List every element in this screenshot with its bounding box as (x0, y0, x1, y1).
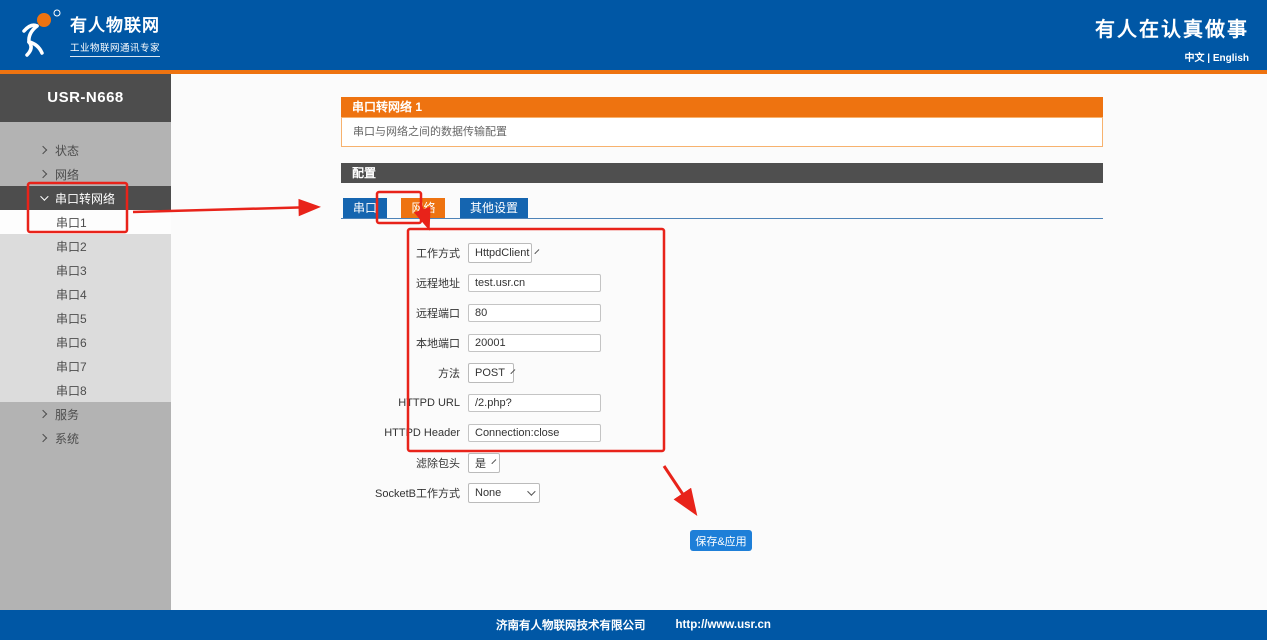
form-row-httpd-header: HTTPD Header (341, 424, 1103, 442)
lang-separator: | (1205, 53, 1213, 64)
header-slogan: 有人在认真做事 (1095, 13, 1249, 42)
device-model-title: USR-N668 (0, 74, 171, 122)
brand-logo: 有人物联网 工业物联网通讯专家 (14, 9, 160, 59)
sidebar-item-label: 串口8 (56, 382, 87, 399)
sidebar-item-serial2[interactable]: 串口2 (0, 234, 171, 258)
footer-url-link[interactable]: http://www.usr.cn (676, 619, 771, 631)
form-row-remote-port: 远程端口 (341, 304, 1103, 322)
sidebar-item-label: 状态 (55, 142, 79, 159)
sidebar-item-services[interactable]: 服务 (0, 402, 171, 426)
sidebar-item-serial1[interactable]: 串口1 (0, 210, 171, 234)
language-switch: 中文 | English (1095, 49, 1249, 64)
sidebar-item-label: 串口4 (56, 286, 87, 303)
top-header: 有人物联网 工业物联网通讯专家 有人在认真做事 中文 | English (0, 0, 1267, 70)
tab-serial[interactable]: 串口 (343, 198, 387, 218)
sidebar-item-label: 串口5 (56, 310, 87, 327)
sidebar-item-serial5[interactable]: 串口5 (0, 306, 171, 330)
socketb-mode-select[interactable]: None (468, 483, 540, 503)
form-row-socketb-mode: SocketB工作方式 None (341, 484, 1103, 502)
save-apply-button[interactable]: 保存&应用 (690, 530, 752, 551)
sidebar-item-label: 系统 (55, 430, 79, 447)
httpd-header-input[interactable] (468, 424, 601, 442)
brand-title: 有人物联网 (70, 11, 160, 36)
select-chevron-icon (491, 459, 496, 464)
sidebar-item-status[interactable]: 状态 (0, 138, 171, 162)
sidebar-item-serial7[interactable]: 串口7 (0, 354, 171, 378)
field-label: 滤除包头 (341, 455, 460, 471)
sidebar-item-network[interactable]: 网络 (0, 162, 171, 186)
panel-title: 串口转网络 1 (341, 97, 1103, 117)
sidebar-item-system[interactable]: 系统 (0, 426, 171, 450)
selected-value: POST (475, 367, 505, 379)
footer-company: 济南有人物联网技术有限公司 (496, 617, 646, 633)
settings-panel: 串口转网络 1 串口与网络之间的数据传输配置 配置 串口 网络 其他设置 工作方… (341, 97, 1103, 551)
form-row-local-port: 本地端口 (341, 334, 1103, 352)
sidebar-item-label: 串口6 (56, 334, 87, 351)
chevron-right-icon (39, 146, 47, 154)
method-select[interactable]: POST (468, 363, 514, 383)
field-label: 远程端口 (341, 305, 460, 321)
chevron-down-icon (40, 192, 48, 200)
sidebar-item-label: 串口转网络 (55, 190, 115, 207)
form-row-filter-header: 滤除包头 是 (341, 454, 1103, 472)
form-row-remote-address: 远程地址 (341, 274, 1103, 292)
select-chevron-icon (510, 369, 515, 374)
field-label: 本地端口 (341, 335, 460, 351)
sidebar-item-serial3[interactable]: 串口3 (0, 258, 171, 282)
chevron-right-icon (39, 434, 47, 442)
remote-address-input[interactable] (468, 274, 601, 292)
usr-logo-icon (14, 9, 62, 59)
sidebar-item-serial4[interactable]: 串口4 (0, 282, 171, 306)
sidebar-item-label: 服务 (55, 406, 79, 423)
work-mode-select[interactable]: HttpdClient (468, 243, 532, 263)
field-label: 方法 (341, 365, 460, 381)
field-label: 工作方式 (341, 245, 460, 261)
sidebar-menu: 状态 网络 串口转网络 串口1 串口2 串口3 串口4 串口5 串口6 串口7 (0, 122, 171, 450)
sidebar-item-serial-to-network[interactable]: 串口转网络 (0, 186, 171, 210)
panel-description: 串口与网络之间的数据传输配置 (341, 117, 1103, 147)
select-chevron-icon (527, 487, 535, 495)
lang-en-link[interactable]: English (1213, 53, 1249, 64)
local-port-input[interactable] (468, 334, 601, 352)
network-settings-form: 工作方式 HttpdClient 远程地址 远程端口 本地端口 方法 (341, 244, 1103, 551)
field-label: 远程地址 (341, 275, 460, 291)
sidebar-item-serial6[interactable]: 串口6 (0, 330, 171, 354)
sidebar-item-label: 串口2 (56, 238, 87, 255)
lang-zh-link[interactable]: 中文 (1185, 53, 1205, 64)
filter-header-select[interactable]: 是 (468, 453, 500, 473)
sidebar-item-label: 串口3 (56, 262, 87, 279)
config-tabs: 串口 网络 其他设置 (341, 198, 1103, 219)
chevron-right-icon (39, 170, 47, 178)
sidebar-item-label: 串口7 (56, 358, 87, 375)
sidebar-item-label: 网络 (55, 166, 79, 183)
remote-port-input[interactable] (468, 304, 601, 322)
form-row-method: 方法 POST (341, 364, 1103, 382)
form-row-httpd-url: HTTPD URL (341, 394, 1103, 412)
tab-network[interactable]: 网络 (401, 198, 445, 218)
field-label: HTTPD Header (341, 427, 460, 439)
httpd-url-input[interactable] (468, 394, 601, 412)
config-section-title: 配置 (341, 163, 1103, 183)
selected-value: 是 (475, 455, 486, 471)
selected-value: HttpdClient (475, 247, 529, 259)
field-label: HTTPD URL (341, 397, 460, 409)
sidebar-item-serial8[interactable]: 串口8 (0, 378, 171, 402)
brand-subtitle: 工业物联网通讯专家 (70, 40, 160, 57)
selected-value: None (475, 487, 501, 499)
field-label: SocketB工作方式 (341, 485, 460, 501)
sidebar-item-label: 串口1 (56, 214, 87, 231)
sidebar-nav: USR-N668 状态 网络 串口转网络 串口1 串口2 串口3 串口4 串口5 (0, 74, 171, 610)
chevron-right-icon (39, 410, 47, 418)
page-footer: 济南有人物联网技术有限公司 http://www.usr.cn (0, 610, 1267, 640)
tab-other-settings[interactable]: 其他设置 (460, 198, 528, 218)
form-row-work-mode: 工作方式 HttpdClient (341, 244, 1103, 262)
select-chevron-icon (535, 249, 540, 254)
main-content: 串口转网络 1 串口与网络之间的数据传输配置 配置 串口 网络 其他设置 工作方… (171, 74, 1267, 610)
